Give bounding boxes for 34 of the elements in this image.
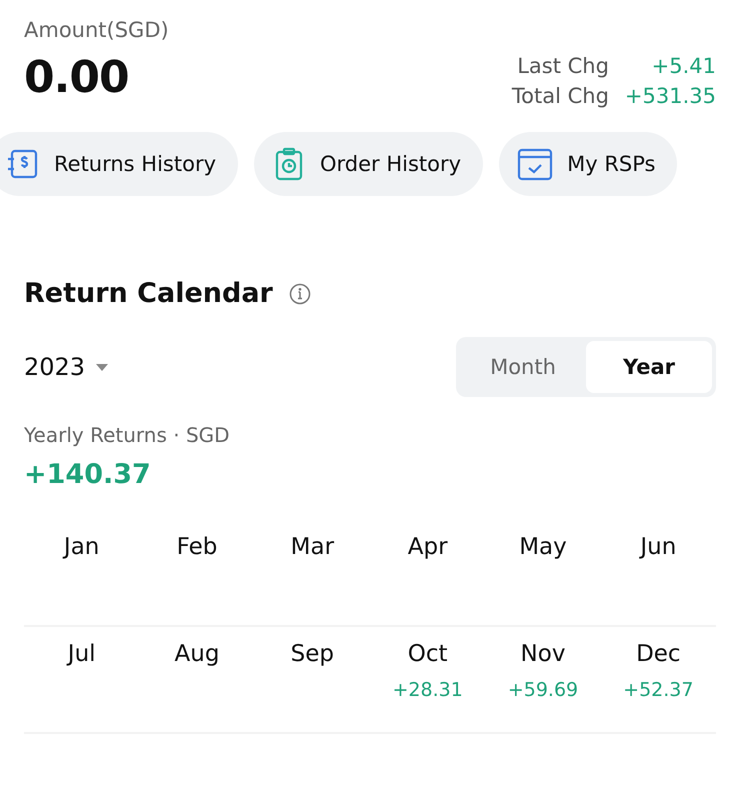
period-tab[interactable]: Year — [586, 341, 712, 393]
quick-action-button[interactable]: Order History — [254, 132, 484, 196]
month-label[interactable]: Aug — [174, 641, 220, 667]
month-label[interactable]: Dec — [636, 641, 681, 667]
month-return: +28.31 — [392, 679, 463, 701]
dollar-receipt-icon — [6, 147, 40, 181]
section-title: Return Calendar — [24, 278, 273, 309]
month-label[interactable]: Jul — [68, 641, 96, 667]
month-label[interactable]: Jan — [64, 534, 100, 560]
change-value: +5.41 — [650, 54, 716, 78]
quick-action-button[interactable]: My RSPs — [499, 132, 678, 196]
month-label[interactable]: Apr — [408, 534, 448, 560]
amount-value: 0.00 — [24, 52, 130, 103]
month-label[interactable]: Sep — [290, 641, 334, 667]
month-label[interactable]: May — [519, 534, 567, 560]
month-label[interactable]: Nov — [520, 641, 566, 667]
quick-action-button[interactable]: Returns History — [0, 132, 238, 196]
month-return: +52.37 — [623, 679, 694, 701]
month-label[interactable]: Oct — [408, 641, 448, 667]
returns-value: +140.37 — [24, 459, 152, 490]
caret-icon — [95, 362, 110, 372]
month-label[interactable]: Feb — [176, 534, 218, 560]
period-tab[interactable]: Month — [460, 341, 586, 393]
month-label[interactable]: Mar — [290, 534, 334, 560]
info-icon[interactable] — [288, 282, 311, 304]
change-label: Total Chg — [512, 84, 609, 108]
returns-label: Yearly Returns · SGD — [24, 423, 231, 447]
change-value: +531.35 — [624, 84, 716, 108]
month-label[interactable]: Jun — [640, 534, 676, 560]
month-return: +59.69 — [508, 679, 578, 701]
amount-label: Amount(SGD) — [24, 18, 169, 42]
change-label: Last Chg — [516, 54, 609, 78]
calendar-check-icon — [517, 147, 554, 181]
year-dropdown[interactable]: 2023 — [24, 353, 110, 381]
